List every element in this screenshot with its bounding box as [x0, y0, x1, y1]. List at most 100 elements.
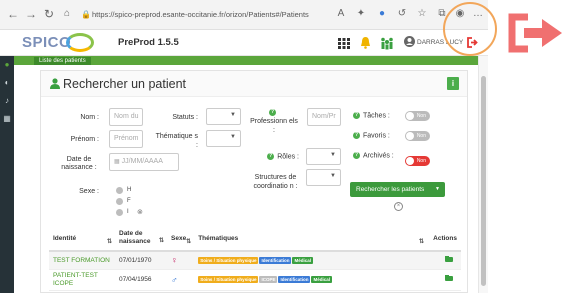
structures-select[interactable]: ▼ — [306, 169, 341, 186]
extension-icon[interactable]: ✦ — [355, 8, 367, 20]
header-sexe[interactable]: Sexe ⇅ — [167, 226, 195, 252]
archives-label-text: Archivés : — [363, 152, 394, 160]
logo-ring-icon — [66, 33, 94, 52]
refresh-extension-icon[interactable]: ↺ — [396, 8, 408, 20]
patient-thematiques: Soins / Situation physique ICOPE Identific… — [194, 269, 427, 291]
patient-identite[interactable]: TEST FORMATION — [49, 251, 115, 270]
patient-thematiques: Soins / Situation physique Identification… — [194, 251, 427, 270]
favoris-toggle[interactable]: Non — [405, 131, 430, 141]
sort-icon[interactable]: ⇅ — [419, 238, 424, 245]
read-aloud-icon[interactable]: A — [335, 8, 347, 20]
favoris-label: ? Favoris : — [353, 132, 401, 139]
statuts-select[interactable]: ▼ — [206, 108, 241, 125]
dob-input[interactable]: ▦ JJ/MM/AAAA — [109, 153, 179, 171]
folder-icon[interactable] — [445, 275, 453, 281]
header-identite[interactable]: Identité ⇅ — [49, 226, 115, 252]
sidebar-logo-icon[interactable]: ● — [2, 60, 12, 70]
tag-identification: Identification — [278, 276, 311, 283]
taches-toggle[interactable]: Non — [405, 111, 430, 121]
app-logo[interactable]: SPICO — [22, 34, 71, 51]
prenom-input[interactable]: Prénom — [109, 130, 143, 148]
sidebar-bell-icon[interactable]: ♪ — [2, 96, 12, 106]
calendar-icon: ▦ — [114, 159, 120, 165]
header-dob-label: Date de naissance — [119, 230, 151, 245]
forward-icon[interactable]: → — [24, 7, 38, 21]
sexe-radio-h[interactable] — [116, 187, 123, 194]
help-icon[interactable]: ? — [353, 112, 360, 119]
table-header-row: Identité ⇅ Date de naissance ⇅ Sexe ⇅ Théma… — [49, 226, 461, 252]
folder-icon[interactable] — [445, 255, 453, 262]
person-icon — [50, 78, 60, 89]
sort-icon[interactable]: ⇅ — [159, 237, 164, 245]
structures-label: Structures de coordinatio n : — [253, 174, 298, 190]
roles-label: ? Rôles : — [251, 153, 299, 160]
table-row[interactable]: TEST FORMATION 07/01/1970 ♀ Soins / Situ… — [49, 251, 461, 270]
help-icon[interactable]: ? — [269, 108, 276, 116]
professionnels-label-text: Professionn els : — [250, 118, 298, 134]
female-icon: ♀ — [167, 251, 195, 270]
patient-identite[interactable]: PATIENT-TEST ICOPE — [49, 269, 115, 291]
bell-icon[interactable] — [360, 36, 371, 49]
help-icon[interactable]: ? — [353, 132, 360, 139]
scrollbar[interactable] — [478, 56, 488, 293]
toggle-knob — [406, 132, 414, 140]
sexe-option-h: H — [127, 187, 132, 193]
header-sexe-label: Sexe — [171, 234, 187, 242]
sidebar-patients-icon[interactable]: ◐ — [2, 78, 12, 88]
header-actions[interactable]: Actions — [427, 226, 461, 252]
grid-icon[interactable] — [338, 38, 350, 49]
sidebar: ● ◐ ♪ ▦ — [0, 56, 14, 293]
clear-filters-icon[interactable]: × — [394, 202, 403, 211]
search-patients-button[interactable]: Rechercher les patients ▼ — [350, 182, 445, 197]
sexe-clear-icon[interactable]: ⊗ — [137, 208, 143, 216]
header-thematiques[interactable]: Thématiques ⇅ — [194, 226, 427, 252]
app-header: SPICO PreProd 1.5.5 DARRAS LUCY — [0, 30, 488, 56]
thematique-select[interactable]: ▼ — [206, 130, 241, 147]
statuts-label: Statuts : — [172, 114, 198, 121]
help-icon[interactable]: ? — [267, 153, 275, 160]
page-title: Rechercher un patient — [63, 77, 186, 91]
breadcrumb[interactable]: Liste des patients — [34, 57, 91, 65]
chevron-down-icon: ▼ — [330, 173, 336, 179]
sort-icon[interactable]: ⇅ — [186, 238, 191, 245]
dob-label: Date de naissance : — [61, 156, 97, 171]
lock-icon: 🔒 — [81, 10, 91, 19]
table-row[interactable]: PATIENT-TEST ICOPE 07/04/1956 ♂ Soins / … — [49, 269, 461, 291]
archives-toggle[interactable]: Non — [405, 156, 430, 166]
back-icon[interactable]: ← — [6, 7, 20, 21]
reload-icon[interactable]: ↻ — [42, 7, 56, 21]
sidebar-calendar-icon[interactable]: ▦ — [2, 114, 12, 124]
archives-toggle-text: Non — [416, 158, 426, 164]
url-text: https://spico-preprod.esante-occitanie.f… — [92, 10, 309, 19]
header-thematiques-label: Thématiques — [198, 234, 239, 242]
address-bar[interactable]: 🔒 https://spico-preprod.esante-occitanie… — [78, 6, 318, 23]
professionnels-input[interactable]: Nom/Pr — [307, 108, 341, 126]
user-avatar-icon[interactable] — [404, 36, 415, 47]
tag-medical: Médical — [292, 256, 313, 264]
home-icon[interactable]: ⌂ — [60, 7, 74, 21]
search-patient-panel: Rechercher un patient i Nom : Nom du Pré… — [40, 70, 468, 293]
roles-label-text: Rôles : — [277, 153, 299, 161]
taches-label-text: Tâches : — [363, 112, 390, 120]
scrollbar-thumb[interactable] — [481, 76, 486, 286]
nom-label: Nom : — [80, 114, 99, 121]
dob-placeholder: JJ/MM/AAAA — [121, 158, 163, 165]
header-actions-label: Actions — [433, 234, 457, 242]
favorites-icon[interactable]: ☆ — [416, 8, 428, 20]
header-dob[interactable]: Date de naissance ⇅ — [115, 226, 167, 252]
help-icon[interactable]: ? — [353, 152, 360, 159]
browser-extension-icon[interactable]: ● — [376, 8, 388, 20]
browser-toolbar: ← → ↻ ⌂ 🔒 https://spico-preprod.esante-o… — [0, 0, 488, 30]
team-icon[interactable] — [380, 36, 394, 50]
patient-actions — [427, 269, 461, 291]
panel-header: Rechercher un patient i — [41, 71, 467, 97]
tag-medical: Médical — [311, 276, 332, 283]
info-button[interactable]: i — [447, 77, 459, 90]
sort-icon[interactable]: ⇅ — [107, 238, 112, 245]
nom-input[interactable]: Nom du — [109, 108, 143, 126]
highlight-circle — [443, 2, 497, 56]
sexe-radio-i[interactable] — [116, 209, 123, 216]
sexe-radio-f[interactable] — [116, 198, 123, 205]
roles-select[interactable]: ▼ — [306, 148, 341, 165]
toggle-knob — [406, 112, 414, 120]
